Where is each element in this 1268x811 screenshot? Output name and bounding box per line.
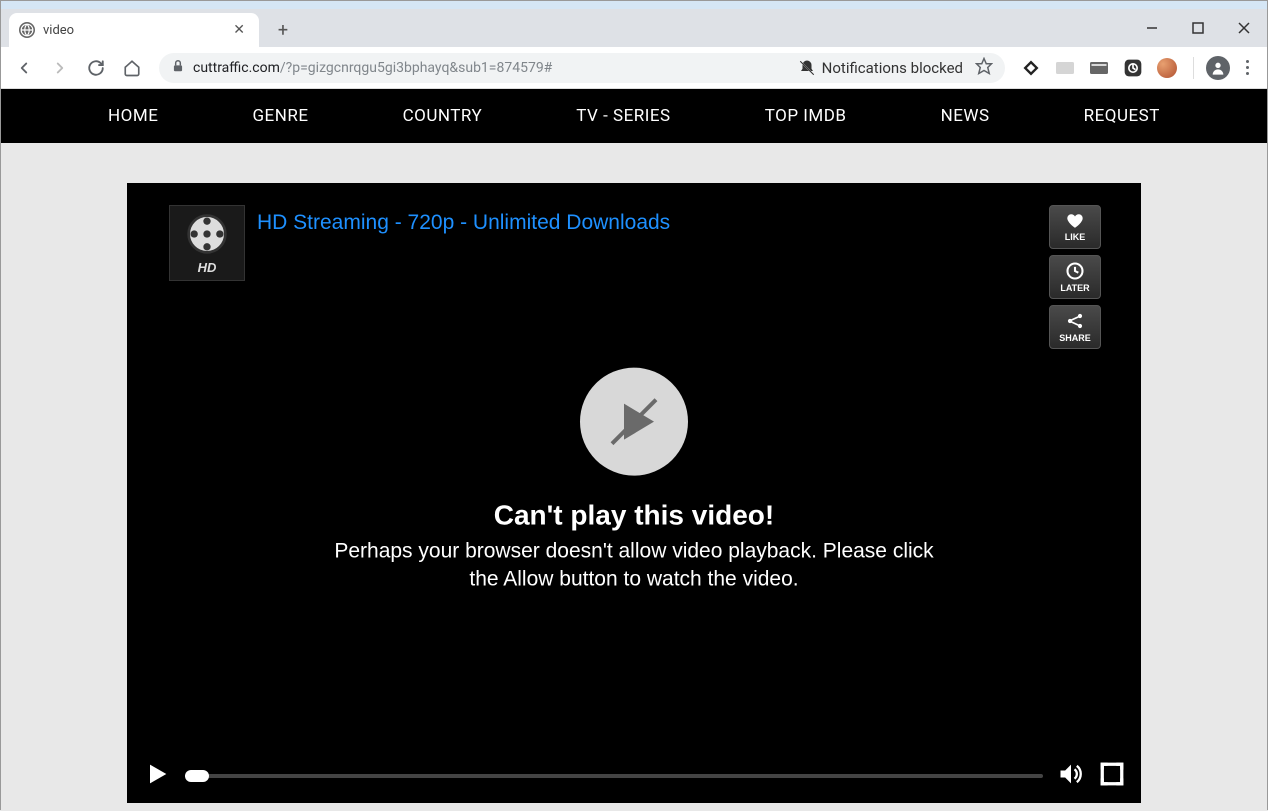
play-button[interactable] <box>143 760 171 793</box>
page-content: HD HD Streaming - 720p - Unlimited Downl… <box>1 143 1267 811</box>
extension-icon-2[interactable] <box>1051 54 1079 82</box>
window-titlebar <box>1 1 1267 9</box>
new-tab-button[interactable]: + <box>269 16 297 44</box>
bell-slash-icon <box>798 59 816 77</box>
nav-genre[interactable]: GENRE <box>252 106 308 126</box>
extension-icon-1[interactable] <box>1017 54 1045 82</box>
heart-icon <box>1065 212 1085 230</box>
extension-icon-3[interactable] <box>1085 54 1113 82</box>
notifications-blocked-label: Notifications blocked <box>822 59 963 77</box>
minimize-button[interactable] <box>1129 9 1175 47</box>
site-nav: HOME GENRE COUNTRY TV - SERIES TOP IMDB … <box>1 89 1267 143</box>
extension-icon-4[interactable] <box>1119 54 1147 82</box>
globe-icon <box>19 22 35 38</box>
player-action-buttons: LIKE LATER SHARE <box>1049 205 1101 349</box>
big-play-disabled-icon[interactable] <box>580 367 688 475</box>
film-reel-icon <box>185 212 229 256</box>
lock-icon <box>171 59 185 77</box>
nav-country[interactable]: COUNTRY <box>403 106 483 126</box>
player-error-area: Can't play this video! Perhaps your brow… <box>334 367 934 594</box>
nav-home[interactable]: HOME <box>108 106 158 126</box>
extension-icon-5[interactable] <box>1153 54 1181 82</box>
share-icon <box>1065 311 1085 331</box>
like-label: LIKE <box>1065 232 1086 242</box>
video-player: HD HD Streaming - 720p - Unlimited Downl… <box>127 183 1141 803</box>
error-subtext: Perhaps your browser doesn't allow video… <box>334 537 934 594</box>
window-controls <box>1129 9 1267 47</box>
like-button[interactable]: LIKE <box>1049 205 1101 249</box>
share-label: SHARE <box>1059 333 1091 343</box>
address-bar[interactable]: cuttraffic.com/?p=gizgcnrqgu5gi3bphayq&s… <box>159 53 1005 83</box>
fullscreen-button[interactable] <box>1099 761 1125 792</box>
back-button[interactable] <box>9 53 39 83</box>
hd-badge-label: HD <box>198 260 217 275</box>
browser-tab[interactable]: video ✕ <box>9 13 259 47</box>
maximize-button[interactable] <box>1175 9 1221 47</box>
volume-button[interactable] <box>1057 760 1085 793</box>
reload-button[interactable] <box>81 53 111 83</box>
error-title: Can't play this video! <box>334 499 934 531</box>
seek-bar[interactable] <box>185 774 1043 778</box>
streaming-link[interactable]: HD Streaming - 720p - Unlimited Download… <box>257 211 670 235</box>
tab-title: video <box>43 23 221 38</box>
later-label: LATER <box>1060 283 1089 293</box>
url-text: cuttraffic.com/?p=gizgcnrqgu5gi3bphayq&s… <box>193 60 790 76</box>
browser-toolbar: cuttraffic.com/?p=gizgcnrqgu5gi3bphayq&s… <box>1 47 1267 89</box>
chrome-menu-button[interactable] <box>1236 54 1259 81</box>
hd-badge: HD <box>169 205 245 281</box>
nav-tvseries[interactable]: TV - SERIES <box>576 106 670 126</box>
notifications-blocked-chip[interactable]: Notifications blocked <box>798 59 967 77</box>
later-button[interactable]: LATER <box>1049 255 1101 299</box>
extension-area <box>1017 54 1259 82</box>
window-close-button[interactable] <box>1221 9 1267 47</box>
bookmark-star-icon[interactable] <box>975 57 993 79</box>
seek-thumb[interactable] <box>185 770 209 782</box>
separator <box>1193 57 1194 79</box>
nav-news[interactable]: NEWS <box>941 106 990 126</box>
player-controls <box>127 749 1141 803</box>
forward-button[interactable] <box>45 53 75 83</box>
tab-close-icon[interactable]: ✕ <box>229 22 249 38</box>
share-button[interactable]: SHARE <box>1049 305 1101 349</box>
tab-strip: video ✕ + <box>1 9 1267 47</box>
clock-icon <box>1065 261 1085 281</box>
nav-topimdb[interactable]: TOP IMDB <box>765 106 847 126</box>
nav-request[interactable]: REQUEST <box>1084 106 1160 126</box>
profile-avatar[interactable] <box>1206 56 1230 80</box>
home-button[interactable] <box>117 53 147 83</box>
